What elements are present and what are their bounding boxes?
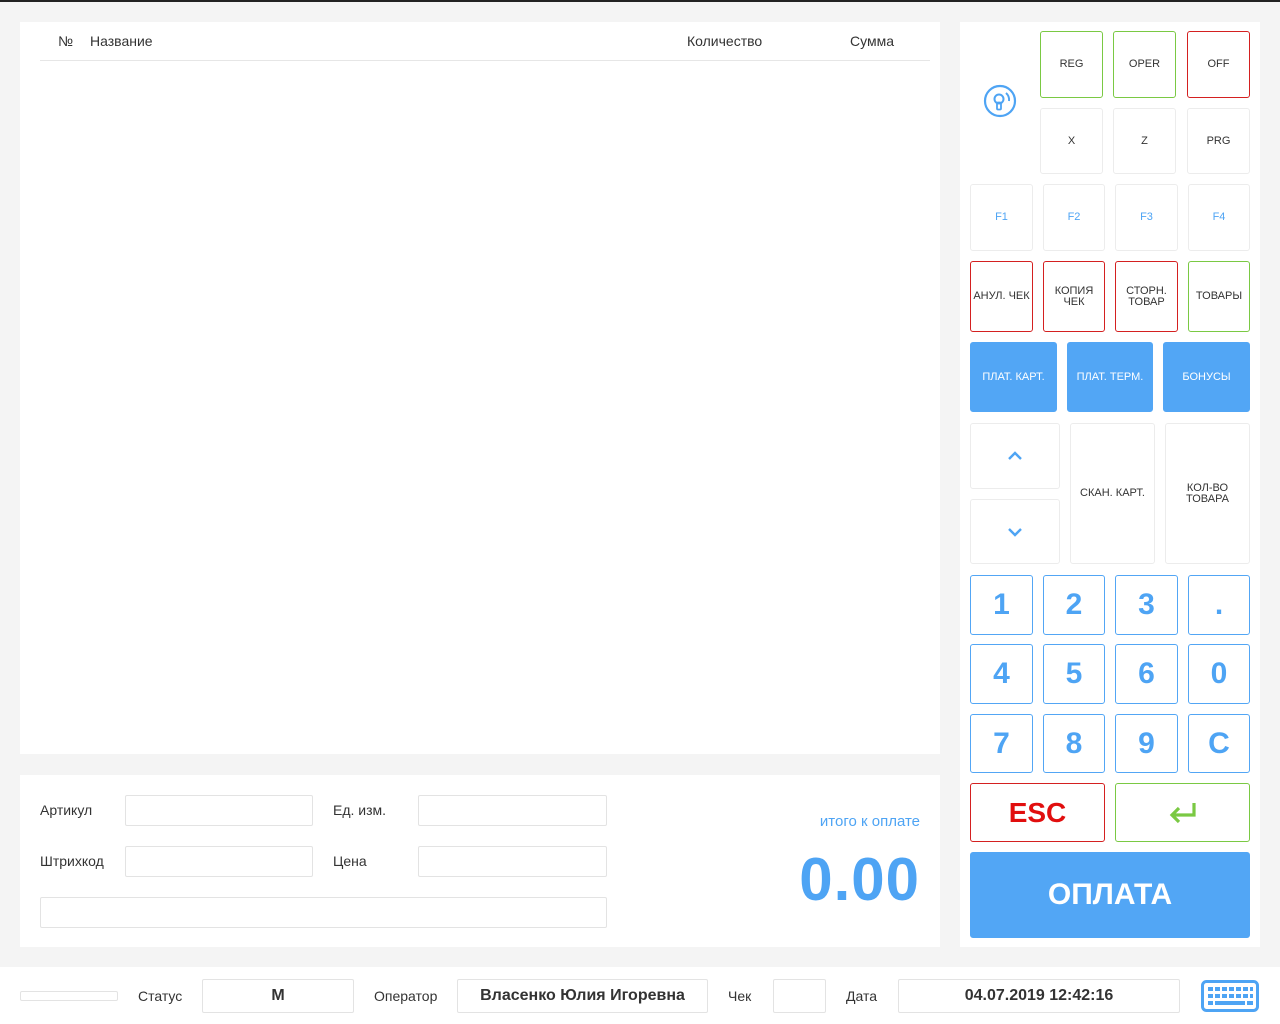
table-header: № Название Количество Сумма xyxy=(40,22,930,61)
digit-1-button[interactable]: 1 xyxy=(970,575,1033,635)
digit-8-button[interactable]: 8 xyxy=(1043,714,1105,773)
enter-arrow-icon xyxy=(1169,802,1196,823)
scroll-down-button[interactable] xyxy=(970,499,1060,564)
digit-9-button[interactable]: 9 xyxy=(1115,714,1178,773)
goods-button[interactable]: ТОВАРЫ xyxy=(1188,261,1250,332)
unit-label: Ед. изм. xyxy=(333,802,387,818)
f4-button[interactable]: F4 xyxy=(1188,184,1250,251)
item-name-field[interactable] xyxy=(40,897,607,928)
mode-oper-button[interactable]: OPER xyxy=(1113,31,1176,98)
status-value: М xyxy=(202,979,354,1013)
column-header-quantity: Количество xyxy=(687,33,763,49)
digit-3-button[interactable]: 3 xyxy=(1115,575,1178,635)
date-label: Дата xyxy=(846,988,878,1004)
operator-label: Оператор xyxy=(374,988,438,1004)
mode-reg-button[interactable]: REG xyxy=(1040,31,1103,98)
total-amount: 0.00 xyxy=(799,846,920,913)
f1-button[interactable]: F1 xyxy=(970,184,1033,251)
pay-card-button[interactable]: ПЛАТ. КАРТ. xyxy=(970,342,1057,412)
scroll-up-button[interactable] xyxy=(970,423,1060,489)
keyboard-icon[interactable] xyxy=(1201,980,1259,1012)
pay-terminal-button[interactable]: ПЛАТ. ТЕРМ. xyxy=(1067,342,1153,412)
digit-7-button[interactable]: 7 xyxy=(970,714,1033,773)
reverse-item-label-line2: ТОВАР xyxy=(1128,295,1165,308)
payment-button[interactable]: ОПЛАТА xyxy=(970,852,1250,938)
scan-card-button[interactable]: СКАН. КАРТ. xyxy=(1070,423,1155,564)
progress-bar xyxy=(20,991,118,1001)
bonus-button[interactable]: БОНУСЫ xyxy=(1163,342,1250,412)
check-number xyxy=(773,979,826,1013)
chevron-up-icon xyxy=(1008,451,1022,460)
decimal-point-button[interactable]: . xyxy=(1188,575,1250,635)
top-border xyxy=(0,0,1280,2)
total-label: итого к оплате xyxy=(819,813,920,830)
mode-x-button[interactable]: X xyxy=(1040,108,1103,174)
digit-4-button[interactable]: 4 xyxy=(970,644,1033,704)
price-label: Цена xyxy=(333,853,367,869)
digit-0-button[interactable]: 0 xyxy=(1188,644,1250,704)
copy-check-button[interactable]: КОПИЯ ЧЕК xyxy=(1043,261,1105,332)
item-entry-panel: Артикул Ед. изм. Штрихкод Цена итого к о… xyxy=(20,775,940,947)
enter-button[interactable] xyxy=(1115,783,1250,842)
date-time-value: 04.07.2019 12:42:16 xyxy=(898,979,1180,1013)
mode-off-button[interactable]: OFF xyxy=(1187,31,1250,98)
clear-button[interactable]: C xyxy=(1188,714,1250,773)
table-body[interactable] xyxy=(40,62,930,754)
status-bar: Статус М Оператор Власенко Юлия Игоревна… xyxy=(0,967,1280,1024)
key-lock-icon[interactable] xyxy=(983,84,1017,118)
digit-5-button[interactable]: 5 xyxy=(1043,644,1105,704)
cancel-check-button[interactable]: АНУЛ. ЧЕК xyxy=(970,261,1033,332)
f3-button[interactable]: F3 xyxy=(1115,184,1178,251)
reverse-item-label-line1: СТОРН. xyxy=(1126,284,1167,297)
article-input[interactable] xyxy=(125,795,313,826)
chevron-down-icon xyxy=(1008,527,1022,537)
mode-prg-button[interactable]: PRG xyxy=(1187,108,1250,174)
barcode-input[interactable] xyxy=(125,846,313,877)
cash-register-keypad: REG OPER OFF X Z PRG F1 F2 F3 F4 АНУЛ. Ч… xyxy=(960,22,1260,947)
column-header-number: № xyxy=(58,33,74,49)
article-label: Артикул xyxy=(40,802,93,818)
check-label: Чек xyxy=(728,988,752,1004)
f2-button[interactable]: F2 xyxy=(1043,184,1105,251)
column-header-sum: Сумма xyxy=(850,33,894,49)
receipt-table: № Название Количество Сумма xyxy=(20,22,940,754)
digit-2-button[interactable]: 2 xyxy=(1043,575,1105,635)
column-header-name: Название xyxy=(90,33,153,49)
operator-value: Власенко Юлия Игоревна xyxy=(457,979,708,1013)
unit-input[interactable] xyxy=(418,795,607,826)
reverse-item-button[interactable]: СТОРН. ТОВАР xyxy=(1115,261,1178,332)
price-input[interactable] xyxy=(418,846,607,877)
barcode-label: Штрихкод xyxy=(40,853,104,869)
mode-z-button[interactable]: Z xyxy=(1113,108,1176,174)
status-label: Статус xyxy=(138,988,183,1004)
esc-button[interactable]: ESC xyxy=(970,783,1105,842)
digit-6-button[interactable]: 6 xyxy=(1115,644,1178,704)
item-quantity-button[interactable]: КОЛ-ВО ТОВАРА xyxy=(1165,423,1250,564)
